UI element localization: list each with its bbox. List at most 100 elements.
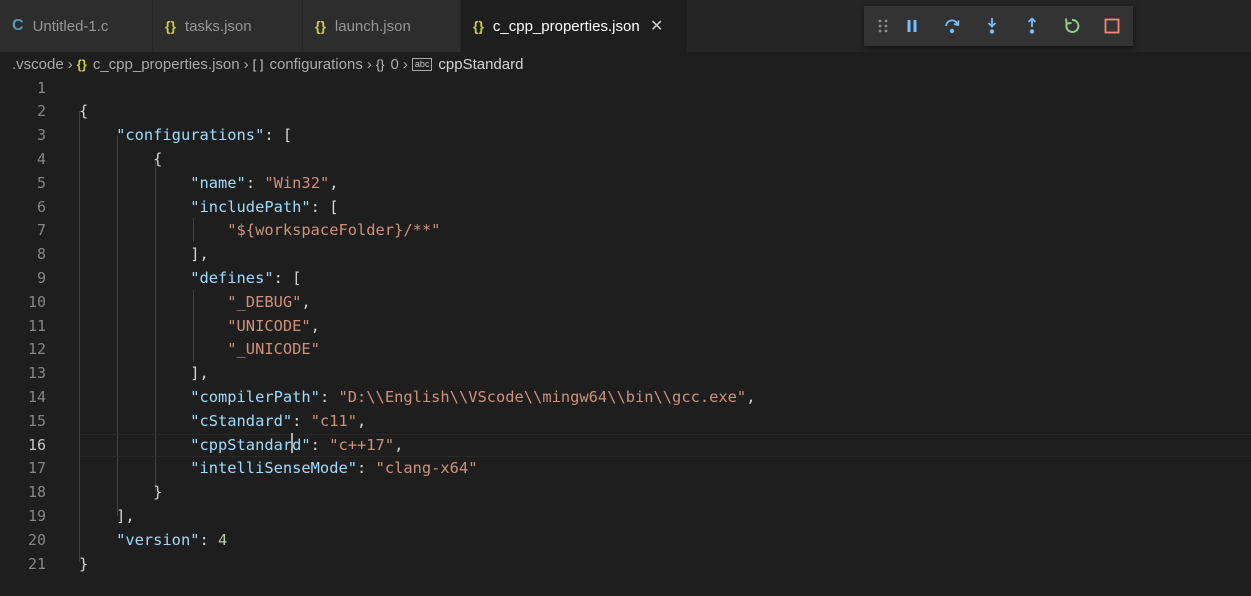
json-punctuation: , [357, 411, 367, 430]
step-out-button[interactable] [1012, 6, 1052, 46]
tab-label: c_cpp_properties.json [492, 17, 640, 35]
json-punctuation [79, 126, 116, 144]
debug-toolbar [864, 6, 1133, 46]
json-key: "compilerPath" [190, 387, 320, 406]
code-text: "intelliSenseMode": "clang-x64" [79, 457, 477, 481]
json-punctuation: : [ [273, 268, 302, 287]
line-number: 14 [27, 387, 46, 406]
code-line[interactable]: 21} [0, 553, 1251, 577]
json-file-icon: {} [76, 56, 87, 72]
tab-label: Untitled-1.c [32, 17, 109, 35]
json-punctuation [79, 436, 190, 454]
code-line[interactable]: 11 "UNICODE", [0, 315, 1251, 339]
code-text: "defines": [ [79, 267, 301, 291]
json-key: "includePath" [190, 197, 311, 216]
json-key: "configurations" [116, 126, 265, 145]
code-line[interactable]: 17 "intelliSenseMode": "clang-x64" [0, 457, 1251, 481]
code-line[interactable]: 15 "cStandard": "c11", [0, 410, 1251, 434]
string-symbol-icon: abc [411, 57, 433, 71]
code-text: "UNICODE", [79, 315, 320, 339]
code-text: { [79, 148, 162, 172]
json-punctuation: } [79, 483, 163, 502]
code-line[interactable]: 9 "defines": [ [0, 267, 1251, 291]
breadcrumb-folder[interactable]: .vscode [12, 56, 64, 73]
code-line[interactable]: 5 "name": "Win32", [0, 172, 1251, 196]
json-punctuation: , [746, 387, 756, 406]
tab-c-cpp-properties-json[interactable]: {} c_cpp_properties.json ✕ [461, 0, 688, 52]
json-punctuation: , [310, 316, 320, 335]
close-icon[interactable]: ✕ [650, 16, 664, 36]
tab-tasks-json[interactable]: {} tasks.json [153, 0, 303, 52]
breadcrumb-cppstandard[interactable]: cppStandard [438, 56, 523, 73]
code-text: "_DEBUG", [79, 291, 311, 315]
code-text: "includePath": [ [79, 196, 338, 220]
code-text: "name": "Win32", [79, 172, 338, 196]
step-into-button[interactable] [972, 6, 1012, 46]
code-line[interactable]: 2{ [0, 100, 1251, 124]
json-punctuation [79, 174, 190, 192]
line-number: 10 [27, 292, 46, 311]
json-punctuation [79, 412, 190, 430]
line-number: 19 [27, 506, 46, 525]
code-line[interactable]: 6 "includePath": [ [0, 196, 1251, 220]
json-punctuation: { [79, 149, 163, 168]
json-punctuation: { [79, 102, 89, 121]
code-line[interactable]: 8 ], [0, 243, 1251, 267]
code-text: } [79, 553, 88, 577]
json-punctuation [79, 269, 190, 287]
json-key: "intelliSenseMode" [190, 459, 357, 478]
line-number: 20 [27, 530, 46, 549]
code-line[interactable]: 1 [0, 77, 1251, 101]
json-file-icon: {} [315, 18, 326, 34]
code-line[interactable]: 20 "version": 4 [0, 529, 1251, 553]
tab-untitled-1-c[interactable]: C Untitled-1.c [0, 0, 153, 52]
line-number: 4 [36, 149, 46, 168]
line-number: 13 [27, 364, 46, 383]
chevron-right-icon: › [402, 55, 408, 73]
object-symbol-icon: {} [375, 56, 385, 72]
json-key: "defines" [190, 268, 274, 287]
chevron-right-icon: › [243, 55, 249, 73]
tab-label: tasks.json [184, 17, 252, 35]
line-number: 16 [27, 435, 46, 454]
stop-button[interactable] [1092, 6, 1132, 46]
json-punctuation: : [ [310, 197, 339, 216]
tab-launch-json[interactable]: {} launch.json [303, 0, 461, 52]
code-line[interactable]: 13 ], [0, 362, 1251, 386]
code-line[interactable]: 19 ], [0, 505, 1251, 529]
code-text: "compilerPath": "D:\\English\\VScode\\mi… [79, 386, 755, 410]
json-string: "${workspaceFolder}/**" [227, 221, 441, 240]
breadcrumb-index[interactable]: 0 [391, 56, 399, 73]
chevron-right-icon: › [366, 55, 372, 73]
code-line[interactable]: 12 "_UNICODE" [0, 338, 1251, 362]
json-punctuation: , [301, 292, 311, 311]
code-editor[interactable]: 1 2{3 "configurations": [4 {5 "name": "Wi… [0, 76, 1251, 596]
code-line[interactable]: 16 "cppStandard": "c++17", [0, 433, 1251, 458]
restart-icon [1065, 18, 1080, 33]
breadcrumb-configurations[interactable]: configurations [269, 56, 362, 73]
step-into-icon [987, 18, 997, 34]
code-text: } [79, 481, 162, 505]
line-number: 21 [27, 554, 46, 573]
json-punctuation: ], [79, 364, 209, 383]
code-text: ], [79, 243, 209, 267]
code-line[interactable]: 4 { [0, 148, 1251, 172]
chevron-right-icon: › [67, 55, 73, 73]
code-line[interactable]: 14 "compilerPath": "D:\\English\\VScode\… [0, 386, 1251, 410]
json-string: "c11" [310, 411, 358, 430]
breadcrumb: .vscode › {} c_cpp_properties.json › [ ]… [0, 52, 1251, 76]
step-over-icon [945, 19, 960, 34]
restart-button[interactable] [1052, 6, 1092, 46]
json-string: "_UNICODE" [227, 340, 320, 359]
code-text: ], [79, 362, 209, 386]
code-text: "cppStandard": "c++17", [79, 434, 403, 458]
code-line[interactable]: 3 "configurations": [ [0, 124, 1251, 148]
json-punctuation [79, 459, 190, 477]
code-line[interactable]: 18 } [0, 481, 1251, 505]
code-line[interactable]: 7 "${workspaceFolder}/**" [0, 219, 1251, 243]
step-over-button[interactable] [932, 6, 972, 46]
breadcrumb-file[interactable]: c_cpp_properties.json [93, 56, 240, 73]
drag-grip-icon[interactable] [874, 6, 892, 46]
pause-button[interactable] [892, 6, 932, 46]
code-line[interactable]: 10 "_DEBUG", [0, 291, 1251, 315]
